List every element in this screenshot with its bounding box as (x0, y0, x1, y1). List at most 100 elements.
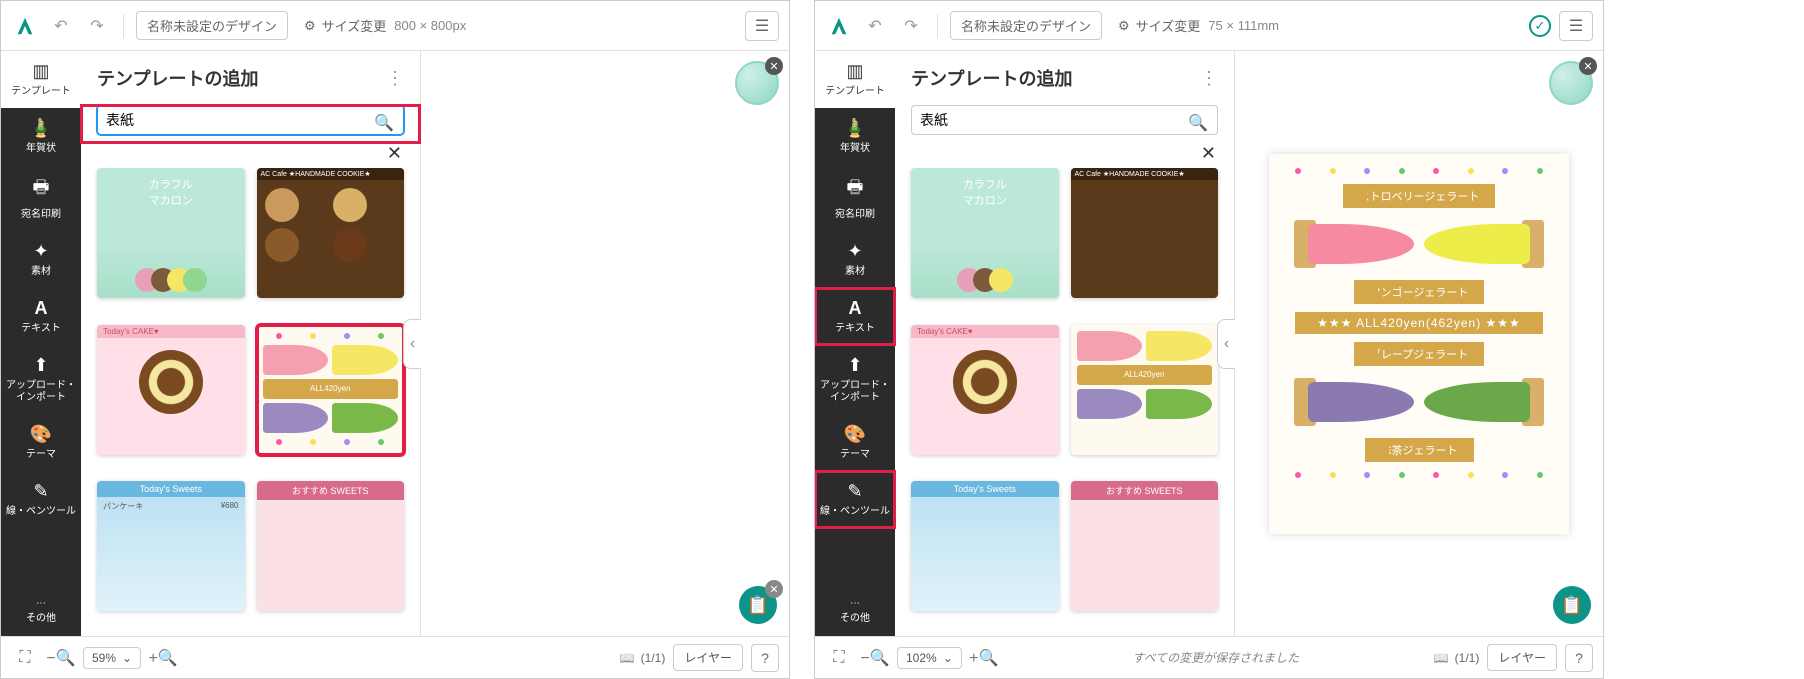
template-item-macaron[interactable]: カラフル マカロン (97, 168, 245, 298)
template-panel: テンプレートの追加 ⋮ 🔍 ✕ カラフル マカロン (895, 51, 1235, 636)
template-icon: ▥ (846, 61, 863, 82)
sidebar-item-print[interactable]: 🖶 宛名印刷 (1, 165, 81, 231)
zoom-out-button[interactable]: −🔍 (47, 644, 75, 672)
fab-close-button[interactable]: ✕ (765, 580, 783, 598)
sidebar-item-theme[interactable]: 🎨 テーマ (815, 414, 895, 471)
template-grid[interactable]: カラフル マカロン AC Cafe ★HANDMADE COOKIE★ (81, 168, 420, 636)
sidebar-item-pen[interactable]: ✎ 線・ペンツール (815, 471, 895, 528)
label-strawberry[interactable]: ストロベリージェラート (1343, 184, 1496, 208)
clear-search-button[interactable]: ✕ (895, 143, 1234, 168)
panel-menu-button[interactable]: ⋮ (1200, 68, 1218, 89)
sidebar-item-template[interactable]: ▥ テンプレート (815, 51, 895, 108)
redo-button[interactable]: ↷ (83, 12, 111, 40)
sidebar-item-nenga[interactable]: 🎍 年賀状 (1, 108, 81, 165)
page-indicator[interactable]: 📖 (1/1) (1434, 651, 1480, 665)
template-item-sweets-pink[interactable]: おすすめ SWEETS (1071, 481, 1219, 611)
sidebar-item-pen[interactable]: ✎ 線・ペンツール (1, 471, 81, 528)
template-item-cookie[interactable]: AC Cafe ★HANDMADE COOKIE★ (257, 168, 405, 298)
hamburger-button[interactable]: ☰ (745, 11, 779, 41)
sidebar: ▥ テンプレート 🎍 年賀状 🖶 宛名印刷 ✦ 素材 A テキスト ⬆ アップロ (815, 51, 895, 636)
design-name-input[interactable]: 名称未設定のデザイン (950, 11, 1102, 40)
sidebar-item-upload[interactable]: ⬆ アップロード・ インポート (815, 345, 895, 414)
sidebar-item-elements[interactable]: ✦ 素材 (1, 231, 81, 288)
price-band[interactable]: ★★★ ALL420yen(462yen) ★★★ (1295, 312, 1543, 334)
help-button[interactable]: ? (1565, 644, 1593, 672)
app-left: ↶ ↷ 名称未設定のデザイン ⚙ サイズ変更 800 × 800px ☰ ▥ テ… (0, 0, 790, 679)
clipboard-fab[interactable]: 📋 (1553, 586, 1591, 624)
fit-page-button[interactable]: ⛶ (825, 644, 853, 672)
zoom-in-button[interactable]: +🔍 (970, 644, 998, 672)
panel-title: テンプレートの追加 (97, 65, 258, 91)
collapse-panel-button[interactable]: ‹ (403, 319, 421, 369)
label-grape[interactable]: グレープジェラート (1354, 342, 1484, 366)
redo-button[interactable]: ↷ (897, 12, 925, 40)
sidebar-more[interactable]: ⋯ その他 (1, 586, 81, 636)
gelato-matcha[interactable] (1424, 376, 1544, 428)
sidebar-item-text[interactable]: A テキスト (1, 288, 81, 345)
sidebar-item-elements[interactable]: ✦ 素材 (815, 231, 895, 288)
gelato-grape[interactable] (1294, 376, 1414, 428)
mascot-icon[interactable]: ✕ (1549, 61, 1593, 105)
template-item-sweets-pink[interactable]: おすすめ SWEETS (257, 481, 405, 611)
resize-button[interactable]: ⚙ サイズ変更 (1118, 16, 1200, 35)
template-item-rollcake[interactable]: Today's CAKE♥ (97, 325, 245, 455)
search-input[interactable] (911, 105, 1218, 135)
book-icon: 📖 (620, 651, 635, 665)
collapse-panel-button[interactable]: ‹ (1217, 319, 1235, 369)
gelato-mango[interactable] (1424, 218, 1544, 270)
clipboard-fab[interactable]: 📋 ✕ (739, 586, 777, 624)
logo-icon[interactable] (11, 12, 39, 40)
mascot-close-button[interactable]: ✕ (765, 57, 783, 75)
template-icon: ▥ (32, 61, 49, 82)
zoom-out-button[interactable]: −🔍 (861, 644, 889, 672)
layer-button[interactable]: レイヤー (1487, 644, 1557, 671)
page-indicator[interactable]: 📖 (1/1) (620, 651, 666, 665)
sparkle-icon: ✦ (33, 241, 48, 262)
undo-button[interactable]: ↶ (47, 12, 75, 40)
zoom-select[interactable]: 59%⌄ (83, 647, 141, 669)
print-icon: 🖶 (847, 175, 864, 205)
help-button[interactable]: ? (751, 644, 779, 672)
sidebar: ▥ テンプレート 🎍 年賀状 🖶 宛名印刷 ✦ 素材 A テキスト ⬆ アップロ (1, 51, 81, 636)
text-icon: A (35, 298, 48, 319)
zoom-in-button[interactable]: +🔍 (149, 644, 177, 672)
sidebar-item-upload[interactable]: ⬆ アップロード・ インポート (1, 345, 81, 414)
template-item-gelato[interactable]: ALL420yen (257, 325, 405, 455)
zoom-select[interactable]: 102%⌄ (897, 647, 962, 669)
sidebar-item-print[interactable]: 🖶 宛名印刷 (815, 165, 895, 231)
logo-icon[interactable] (825, 12, 853, 40)
sidebar-more[interactable]: ⋯ その他 (815, 586, 895, 636)
label-matcha[interactable]: 抹茶ジェラート (1365, 438, 1474, 462)
sidebar-item-theme[interactable]: 🎨 テーマ (1, 414, 81, 471)
template-item-sweets-blue[interactable]: Today's Sweets パンケーキ ¥680 (97, 481, 245, 611)
clear-search-button[interactable]: ✕ (81, 143, 420, 168)
canvas-area[interactable]: ストロベリージェラート マンゴージェラート ★★★ ALL420yen(462y… (1235, 51, 1603, 636)
resize-button[interactable]: ⚙ サイズ変更 (304, 16, 386, 35)
undo-button[interactable]: ↶ (861, 12, 889, 40)
gelato-strawberry[interactable] (1294, 218, 1414, 270)
sidebar-item-template[interactable]: ▥ テンプレート (1, 51, 81, 108)
template-item-gelato[interactable]: ALL420yen (1071, 325, 1219, 455)
panel-menu-button[interactable]: ⋮ (386, 68, 404, 89)
template-item-sweets-blue[interactable]: Today's Sweets (911, 481, 1059, 611)
sidebar-item-text[interactable]: A テキスト (815, 288, 895, 345)
mascot-close-button[interactable]: ✕ (1579, 57, 1597, 75)
search-icon[interactable]: 🔍 (374, 113, 394, 133)
fit-page-button[interactable]: ⛶ (11, 644, 39, 672)
label-mango[interactable]: マンゴージェラート (1354, 280, 1485, 304)
template-item-macaron[interactable]: カラフル マカロン (911, 168, 1059, 298)
search-icon[interactable]: 🔍 (1188, 113, 1208, 133)
mascot-icon[interactable]: ✕ (735, 61, 779, 105)
template-grid[interactable]: カラフル マカロン AC Cafe ★HANDMADE COOKIE★ Toda… (895, 168, 1234, 636)
hamburger-button[interactable]: ☰ (1559, 11, 1593, 41)
design-name-input[interactable]: 名称未設定のデザイン (136, 11, 288, 40)
sidebar-item-nenga[interactable]: 🎍 年賀状 (815, 108, 895, 165)
palette-icon: 🎨 (844, 424, 866, 445)
canvas-design[interactable]: ストロベリージェラート マンゴージェラート ★★★ ALL420yen(462y… (1269, 154, 1569, 534)
template-item-cookie[interactable]: AC Cafe ★HANDMADE COOKIE★ (1071, 168, 1219, 298)
canvas-area[interactable]: ✕ 📋 ✕ (421, 51, 789, 636)
search-input[interactable] (97, 105, 404, 135)
app-right: ↶ ↷ 名称未設定のデザイン ⚙ サイズ変更 75 × 111mm ✓ ☰ ▥ … (814, 0, 1604, 679)
layer-button[interactable]: レイヤー (673, 644, 743, 671)
template-item-rollcake[interactable]: Today's CAKE♥ (911, 325, 1059, 455)
